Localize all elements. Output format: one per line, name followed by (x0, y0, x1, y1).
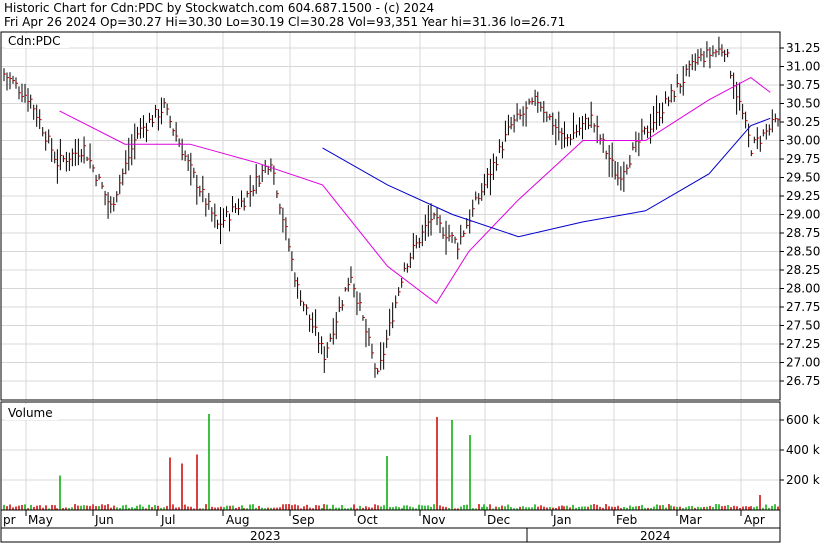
year-label: 2024 (640, 529, 671, 543)
month-label: Jul (160, 513, 175, 527)
price-tick-label: 29.50 (786, 171, 820, 185)
month-label: May (28, 513, 53, 527)
price-tick-label: 28.00 (786, 282, 820, 296)
volume-panel-label: Volume (8, 406, 53, 420)
price-tick-label: 27.75 (786, 300, 820, 314)
header-line-2: Fri Apr 26 2024 Op=30.27 Hi=30.30 Lo=30.… (4, 15, 565, 29)
price-tick-label: 27.00 (786, 356, 820, 370)
month-label: Nov (422, 513, 445, 527)
month-label: Oct (357, 513, 378, 527)
price-tick-label: 26.75 (786, 374, 820, 388)
year-label: 2023 (250, 529, 281, 543)
price-tick-label: 29.25 (786, 189, 820, 203)
month-label: Dec (487, 513, 510, 527)
month-label: Jan (552, 513, 572, 527)
price-tick-label: 30.25 (786, 115, 820, 129)
price-tick-label: 27.25 (786, 337, 820, 351)
price-tick-label: 29.00 (786, 208, 820, 222)
price-tick-label: 28.50 (786, 245, 820, 259)
month-label: pr (3, 513, 16, 527)
month-label: Jun (94, 513, 114, 527)
chart-root: Historic Chart for Cdn:PDC by Stockwatch… (0, 0, 830, 543)
month-label: Mar (679, 513, 702, 527)
price-tick-label: 29.75 (786, 152, 820, 166)
price-tick-label: 27.50 (786, 319, 820, 333)
price-tick-label: 28.25 (786, 263, 820, 277)
price-tick-label: 31.25 (786, 41, 820, 55)
chart-svg: Historic Chart for Cdn:PDC by Stockwatch… (0, 0, 830, 543)
month-label: Aug (226, 513, 249, 527)
price-tick-label: 30.50 (786, 97, 820, 111)
month-label: Sep (292, 513, 315, 527)
price-tick-label: 31.00 (786, 60, 820, 74)
price-tick-label: 28.75 (786, 226, 820, 240)
price-panel-label: Cdn:PDC (8, 34, 61, 48)
chart-background (0, 0, 830, 543)
month-label: Feb (616, 513, 637, 527)
month-label: Apr (744, 513, 765, 527)
volume-tick-label: 600 k (786, 413, 820, 427)
volume-axis: 600 k 400 k 200 k (780, 413, 820, 487)
volume-tick-label: 200 k (786, 473, 820, 487)
price-tick-label: 30.75 (786, 78, 820, 92)
header-line-1: Historic Chart for Cdn:PDC by Stockwatch… (4, 1, 434, 15)
price-tick-label: 30.00 (786, 134, 820, 148)
volume-tick-label: 400 k (786, 443, 820, 457)
